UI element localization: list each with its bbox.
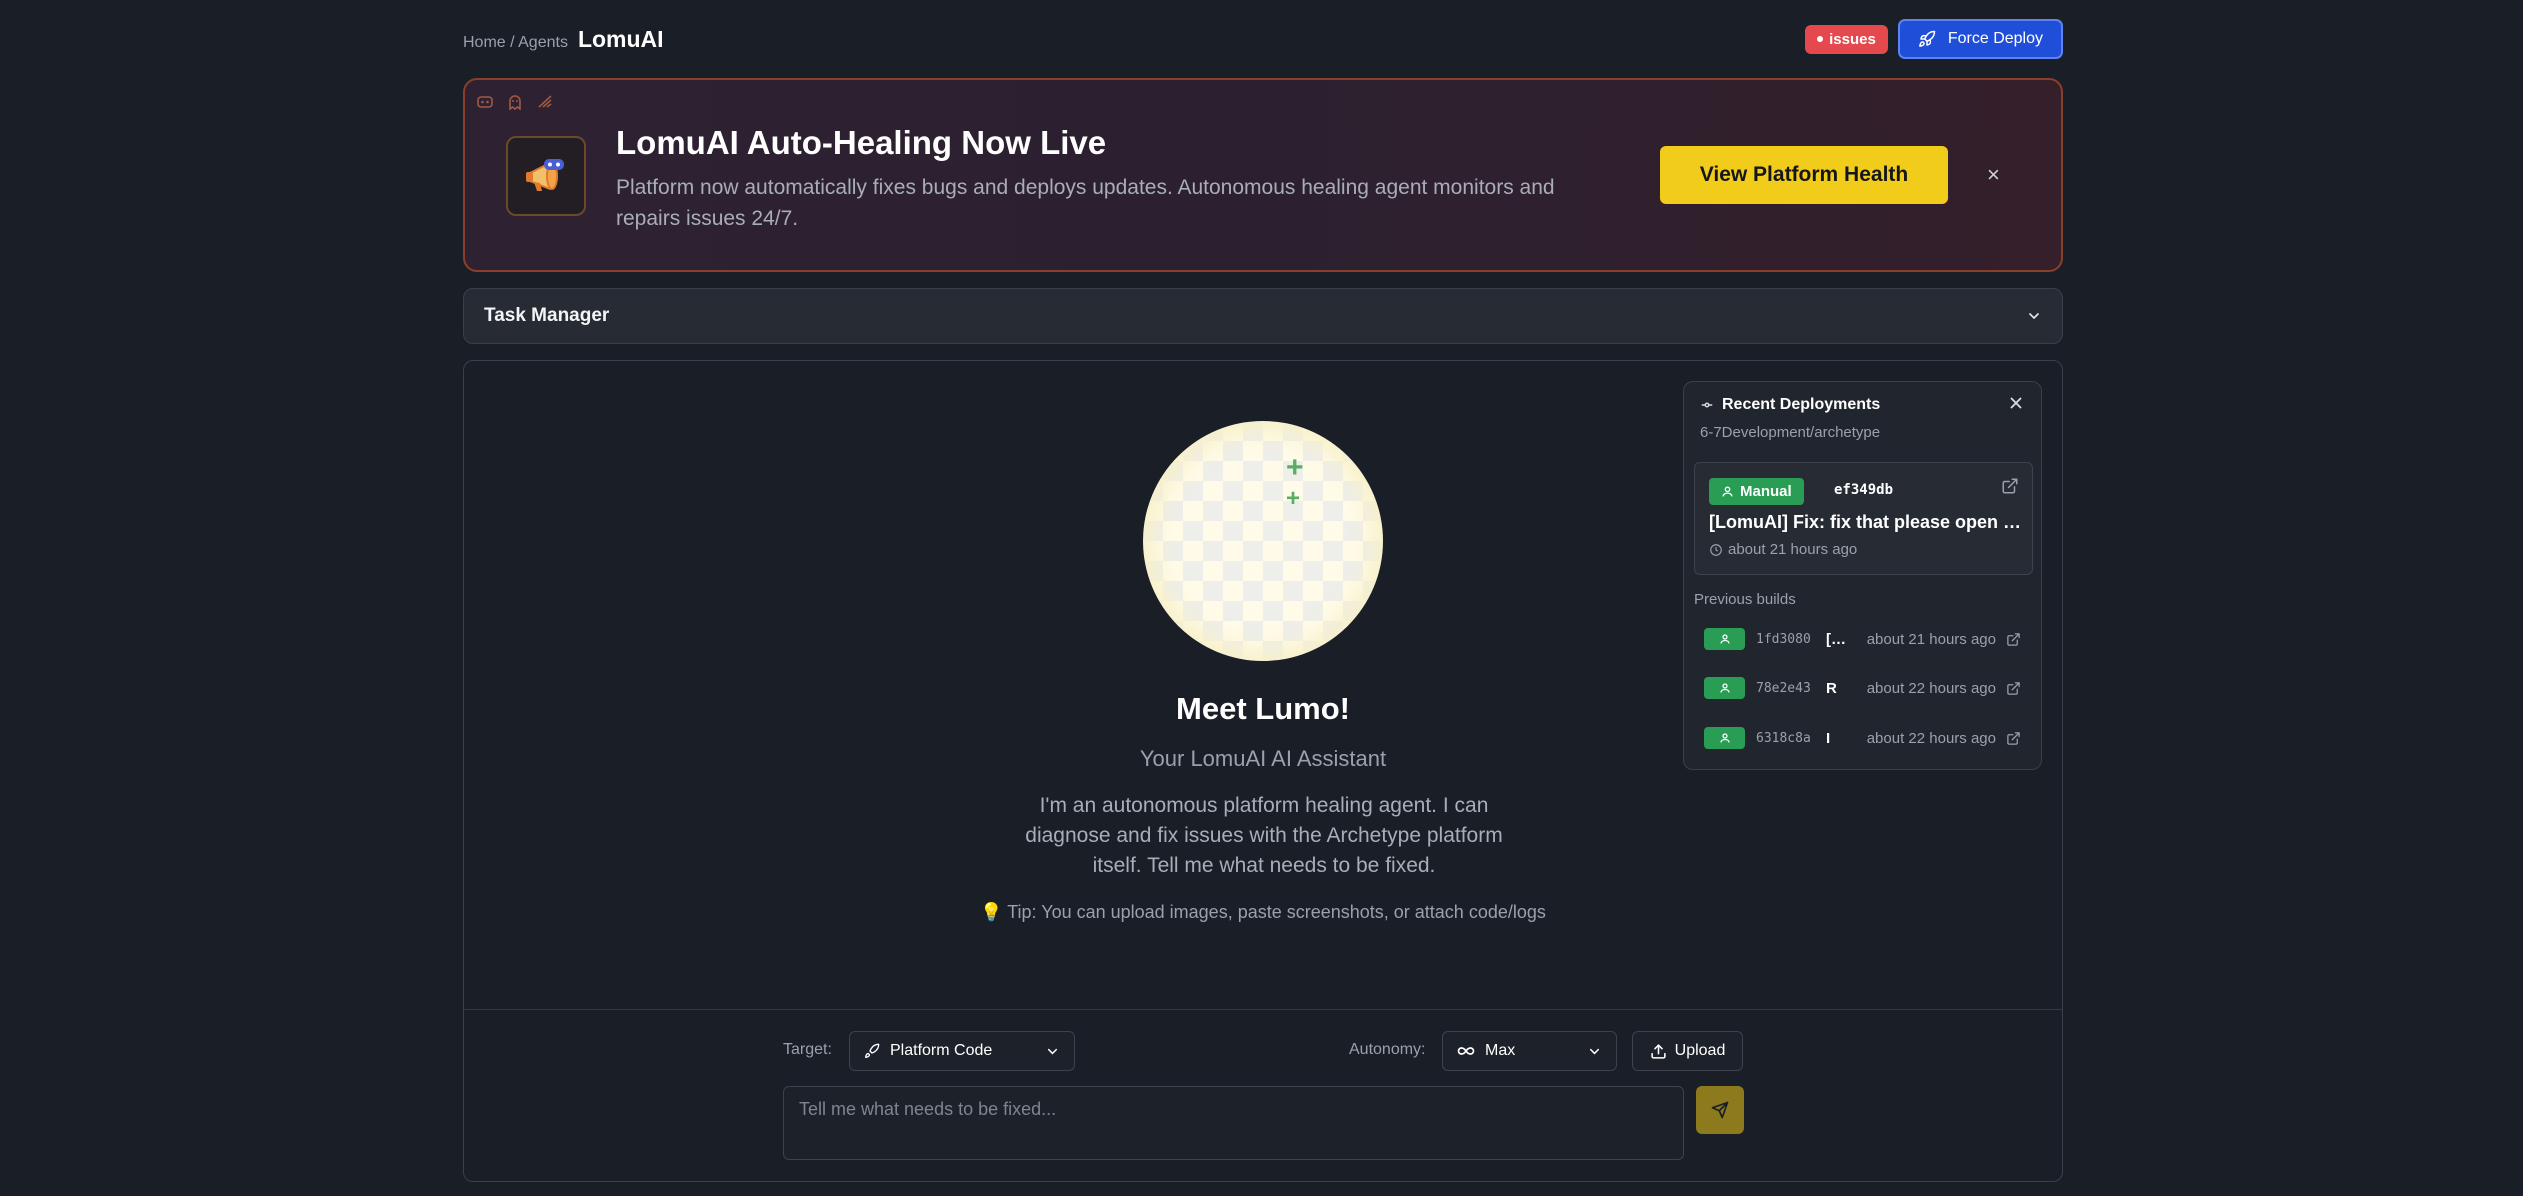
plus-icon: +: [1286, 485, 1301, 512]
upload-icon: [1650, 1043, 1666, 1059]
rocket-icon: [1918, 30, 1936, 47]
view-platform-health-button[interactable]: View Platform Health: [1660, 146, 1948, 204]
build-type-badge: [1704, 677, 1745, 699]
build-message: [LomuAI]: [1826, 630, 1848, 648]
user-icon: [1719, 634, 1730, 644]
breadcrumb[interactable]: Home / Agents: [463, 34, 568, 52]
send-button[interactable]: [1696, 1086, 1744, 1134]
previous-builds-label: Previous builds: [1694, 591, 1796, 608]
banner-decor-icons: [477, 94, 553, 110]
lumo-avatar: + +: [1143, 421, 1383, 661]
megaphone-icon-box: [506, 136, 586, 216]
external-link-icon[interactable]: [2006, 632, 2021, 647]
deploy-type-label: Manual: [1740, 483, 1792, 500]
chat-panel: + + Meet Lumo! Your LomuAI AI Assistant …: [463, 360, 2063, 1182]
autonomy-select[interactable]: Max: [1442, 1031, 1617, 1071]
build-hash: 78e2e43: [1756, 680, 1811, 696]
header-actions: issues Force Deploy: [1805, 19, 2063, 59]
banner-close-icon[interactable]: ×: [1987, 162, 2000, 188]
chevron-down-icon: [1589, 1048, 1600, 1054]
commit-message: [LomuAI] Fix: fix that please open the a…: [1709, 512, 2024, 532]
upload-label: Upload: [1674, 1042, 1726, 1059]
build-row[interactable]: 6318c8a I about 22 hours ago: [1704, 726, 2021, 750]
breadcrumb-area: Home / Agents LomuAI: [463, 26, 664, 53]
plus-icon: +: [1286, 451, 1304, 484]
autonomy-label: Autonomy:: [1349, 1041, 1426, 1058]
build-time: about 22 hours ago: [1866, 729, 1996, 747]
megaphone-icon: [526, 159, 564, 191]
build-hash: 1fd3080: [1756, 631, 1811, 647]
user-icon: [1719, 733, 1730, 743]
build-row[interactable]: 78e2e43 R about 22 hours ago: [1704, 676, 2021, 700]
banner-heading: LomuAI Auto-Healing Now Live: [616, 124, 1107, 161]
clock-icon: [1710, 543, 1722, 556]
top-bar: Home / Agents LomuAI issues Force Deploy: [463, 16, 2063, 62]
commit-hash: ef349db: [1834, 482, 1894, 498]
deploy-time: about 21 hours ago: [1709, 541, 1857, 558]
target-value: Platform Code: [890, 1042, 993, 1059]
tip-text: 💡 Tip: You can upload images, paste scre…: [464, 902, 2062, 923]
issues-label: issues: [1829, 30, 1876, 48]
lightbulb-icon: 💡: [980, 902, 1008, 922]
close-icon[interactable]: [2007, 394, 2025, 412]
target-select[interactable]: Platform Code: [849, 1031, 1075, 1071]
recent-deployments-panel: Recent Deployments 6-7Development/archet…: [1683, 381, 2042, 770]
external-link-icon[interactable]: [2001, 477, 2019, 495]
git-commit-icon: [1701, 402, 1713, 408]
external-link-icon[interactable]: [2006, 731, 2021, 746]
upload-button[interactable]: Upload: [1632, 1031, 1743, 1071]
assistant-intro: I'm an autonomous platform healing agent…: [1025, 794, 1503, 877]
deployments-header: Recent Deployments: [1700, 396, 1880, 414]
status-dot-icon: [1817, 36, 1824, 42]
message-input[interactable]: [783, 1086, 1684, 1160]
composer-divider: [464, 1009, 2062, 1010]
build-type-badge: [1704, 628, 1745, 650]
deploy-type-badge: Manual: [1709, 478, 1804, 505]
signal-icon: [538, 95, 552, 108]
task-manager-label: Task Manager: [484, 305, 610, 326]
deployments-title: Recent Deployments: [1722, 396, 1881, 413]
build-row[interactable]: 1fd3080 [LomuAI] about 21 hours ago: [1704, 627, 2021, 651]
user-icon: [1719, 683, 1730, 693]
autonomy-value: Max: [1485, 1042, 1516, 1059]
latest-deployment-card[interactable]: Manual ef349db [LomuAI] Fix: fix that pl…: [1694, 462, 2033, 575]
announcement-banner: LomuAI Auto-Healing Now Live Platform no…: [463, 78, 2063, 272]
infinity-icon: [1457, 1047, 1475, 1055]
build-time: about 22 hours ago: [1866, 679, 1996, 697]
chevron-down-icon: [1047, 1048, 1058, 1054]
ghost-icon: [509, 95, 521, 110]
build-message: R: [1826, 679, 1837, 697]
send-icon: [1711, 1101, 1729, 1119]
task-manager-toggle[interactable]: Task Manager: [463, 288, 2063, 344]
robot-icon: [477, 96, 493, 108]
force-deploy-label: Force Deploy: [1947, 30, 2043, 47]
banner-description: Platform now automatically fixes bugs an…: [616, 176, 1555, 230]
user-icon: [1722, 486, 1733, 497]
deploy-time-label: about 21 hours ago: [1728, 541, 1858, 558]
repo-name: 6-7Development/archetype: [1700, 424, 1881, 441]
build-hash: 6318c8a: [1756, 730, 1811, 746]
build-message: I: [1826, 729, 1831, 747]
build-time: about 21 hours ago: [1866, 630, 1996, 648]
tip-label: Tip: You can upload images, paste screen…: [1007, 902, 1546, 922]
issues-badge[interactable]: issues: [1805, 24, 1888, 54]
rocket-icon: [865, 1043, 880, 1058]
force-deploy-button[interactable]: Force Deploy: [1897, 19, 2063, 59]
external-link-icon[interactable]: [2006, 681, 2021, 696]
build-type-badge: [1704, 727, 1745, 749]
target-label: Target:: [783, 1041, 832, 1058]
chevron-down-icon: [2029, 313, 2039, 319]
page-title: LomuAI: [577, 25, 664, 52]
